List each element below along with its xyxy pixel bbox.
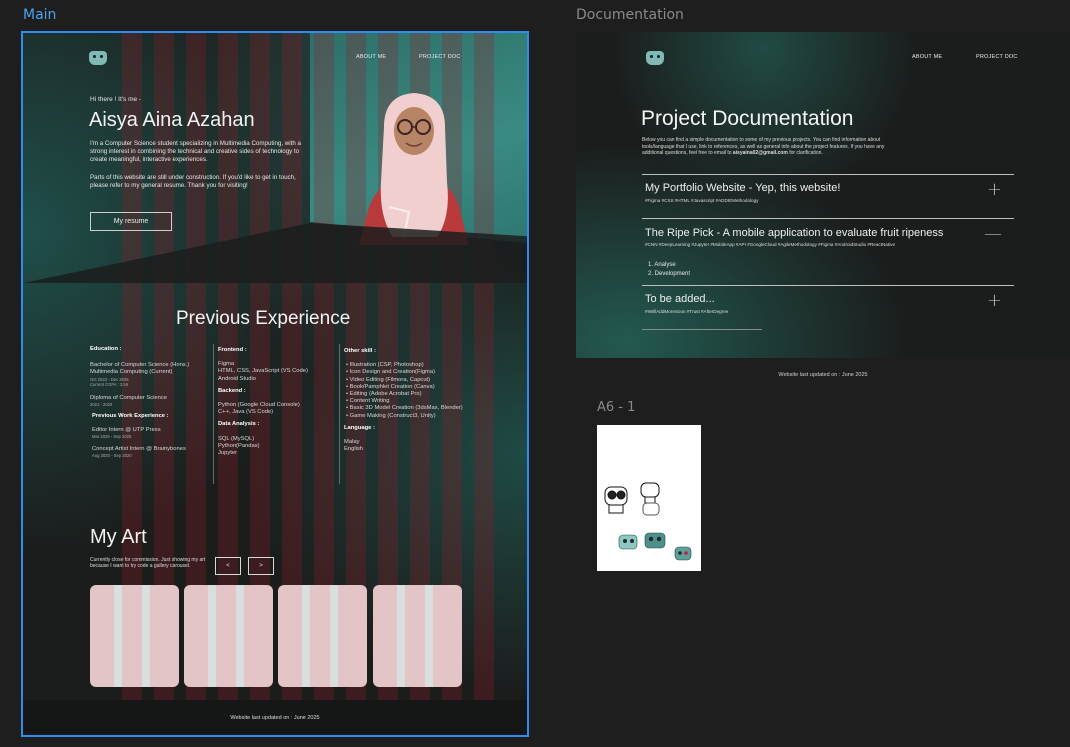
art-card[interactable]: [278, 585, 367, 687]
data-analysis-items: SQL (MySQL) Python(Pandas) Jupyter: [218, 435, 260, 457]
accordion-item-ripe-pick[interactable]: The Ripe Pick - A mobile application to …: [642, 218, 1014, 285]
doc-footer: Website last updated on : June 2025: [778, 372, 868, 378]
accordion-tags: #CNN #DeepLearning #Jupyter #MobileApp #…: [645, 242, 896, 247]
doc-intro-email[interactable]: aisyaina02@gmail.com: [733, 150, 788, 156]
doc-intro: Below you can find a simple documentatio…: [642, 137, 902, 157]
column-divider: [339, 344, 340, 484]
work-label: Previous Work Experience :: [92, 412, 169, 419]
other-skill-label: Other skill :: [344, 348, 376, 354]
other-skill-item: • Book/Pamphlet Creation (Canva): [346, 383, 435, 390]
carousel-next-button[interactable]: >: [248, 557, 274, 575]
hero-name: Aisya Aina Azahan: [89, 109, 255, 131]
doc-intro-end: for clarification.: [789, 150, 823, 156]
logo-skull-icon[interactable]: [646, 51, 664, 65]
hero-greeting: Hi there ! It's me -: [90, 96, 142, 103]
backend-items: Python (Google Cloud Console) C++, Java …: [218, 402, 300, 416]
backend-label: Backend :: [218, 387, 246, 394]
other-skill-item: • Basic 3D Model Creation (3dsMax, Blend…: [346, 405, 463, 412]
other-skill-item: • Game Making (Construct3, Unity): [346, 412, 436, 419]
documentation-frame[interactable]: ABOUT ME PROJECT DOC Project Documentati…: [576, 32, 1070, 358]
work1-title: Editor Intern @ UTP Press: [92, 427, 161, 434]
column-divider: [213, 344, 214, 484]
accordion-item-portfolio[interactable]: My Portfolio Website - Yep, this website…: [642, 174, 1014, 218]
accordion-sub-development[interactable]: 2. Development: [648, 270, 690, 278]
frontend-items: Figma HTML, CSS, JavaScript (VS Code) An…: [218, 361, 308, 382]
logo-skull-icon[interactable]: [89, 51, 107, 65]
carousel-prev-button[interactable]: <: [215, 557, 241, 575]
accordion-title[interactable]: The Ripe Pick - A mobile application to …: [645, 227, 943, 239]
skull-sketch-illustration: [604, 482, 692, 561]
collapse-minus-icon[interactable]: —: [984, 223, 1002, 244]
accordion-tags: #Figma #CSS #HTML #Javascript #ADDIEMeth…: [645, 198, 759, 203]
education-column: Education : Bachelor of Computer Science…: [90, 346, 212, 458]
art-card[interactable]: [373, 585, 462, 687]
edu1-title: Bachelor of Computer Science (Hons.) Mul…: [90, 362, 190, 376]
accordion-sub-analyse[interactable]: 1. Analyse: [648, 261, 676, 269]
art-note: Currently close for commission. Just sho…: [90, 557, 206, 569]
divider-line: [642, 329, 762, 330]
expand-plus-icon[interactable]: +: [987, 179, 1002, 200]
other-skill-list: • Illustration (CSP, Photoshop) • Icon De…: [344, 362, 468, 420]
accordion-item-to-be-added[interactable]: To be added... #IWillAddMoreSoon #Trust …: [642, 285, 1014, 329]
main-footer: Website last updated on : June 2025: [23, 700, 527, 735]
skills-column: Frontend : Figma HTML, CSS, JavaScript (…: [218, 347, 338, 457]
expand-plus-icon[interactable]: +: [987, 290, 1002, 311]
portrait-photo: [359, 93, 469, 245]
art-card[interactable]: [184, 585, 273, 687]
other-skill-item: • Content Writing: [346, 398, 390, 405]
a6-frame[interactable]: [597, 425, 701, 571]
work2-title: Concept Artist Intern @ Brainybones: [92, 446, 186, 453]
work2-date: Aug 2020 - Sep 2020: [92, 453, 132, 459]
accordion-title[interactable]: To be added...: [645, 293, 715, 305]
data-analysis-label: Data Analysis :: [218, 421, 260, 428]
main-frame[interactable]: ABOUT ME PROJECT DOC Hi there ! It's me …: [21, 31, 529, 737]
other-skill-item: • Illustration (CSP, Photoshop): [346, 362, 424, 369]
doc-title: Project Documentation: [641, 107, 854, 130]
language-label: Language :: [344, 424, 375, 431]
art-card[interactable]: [90, 585, 179, 687]
language-items: Malay English: [344, 439, 364, 453]
nav-about-me[interactable]: ABOUT ME: [356, 54, 386, 60]
education-label: Education :: [90, 346, 122, 352]
other-skill-item: • Icon Design and Creation(Figma): [346, 369, 436, 376]
edu2-title: Diploma of Computer Science: [90, 394, 168, 401]
hero-intro: I'm a Computer Science student specializ…: [90, 140, 301, 163]
hero-construction-note: Parts of this website are still under co…: [90, 174, 296, 189]
resume-button[interactable]: My resume: [90, 212, 172, 231]
frame-label-main[interactable]: Main: [23, 7, 56, 23]
experience-heading: Previous Experience: [176, 308, 351, 329]
art-heading: My Art: [90, 526, 147, 548]
frame-label-a6[interactable]: A6 - 1: [597, 400, 635, 415]
other-skills-column: Other skill : • Illustration (CSP, Photo…: [344, 348, 468, 453]
nav-project-doc[interactable]: PROJECT DOC: [419, 54, 461, 60]
other-skill-item: • Editing (Adobe Acrobat Pro): [346, 391, 422, 398]
frontend-label: Frontend :: [218, 347, 247, 353]
nav-project-doc[interactable]: PROJECT DOC: [976, 54, 1018, 60]
other-skill-item: • Video Editing (Filmora, Capcut): [346, 376, 431, 383]
accordion-title[interactable]: My Portfolio Website - Yep, this website…: [645, 182, 840, 194]
nav-about-me[interactable]: ABOUT ME: [912, 54, 942, 60]
accordion-tags: #IWillAddMoreSoon #Trust #AfterDegree: [645, 309, 729, 314]
frame-label-documentation[interactable]: Documentation: [576, 7, 684, 23]
